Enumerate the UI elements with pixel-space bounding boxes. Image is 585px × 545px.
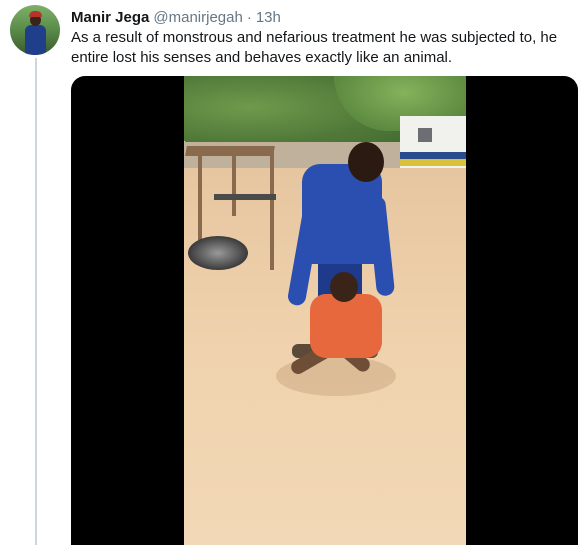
tweet-text: As a result of monstrous and nefarious t… — [71, 29, 558, 66]
video-player[interactable] — [71, 76, 578, 545]
avatar[interactable] — [10, 5, 60, 55]
author-name[interactable]: Manir Jega — [71, 9, 149, 26]
tweet-header: Manir Jega @manirjegah · 13h — [71, 7, 281, 27]
thread-line — [35, 58, 37, 545]
video-frame — [184, 76, 466, 545]
separator-dot: · — [246, 8, 252, 26]
author-handle[interactable]: @manirjegah — [153, 9, 242, 26]
tweet-timestamp[interactable]: 13h — [256, 9, 281, 26]
